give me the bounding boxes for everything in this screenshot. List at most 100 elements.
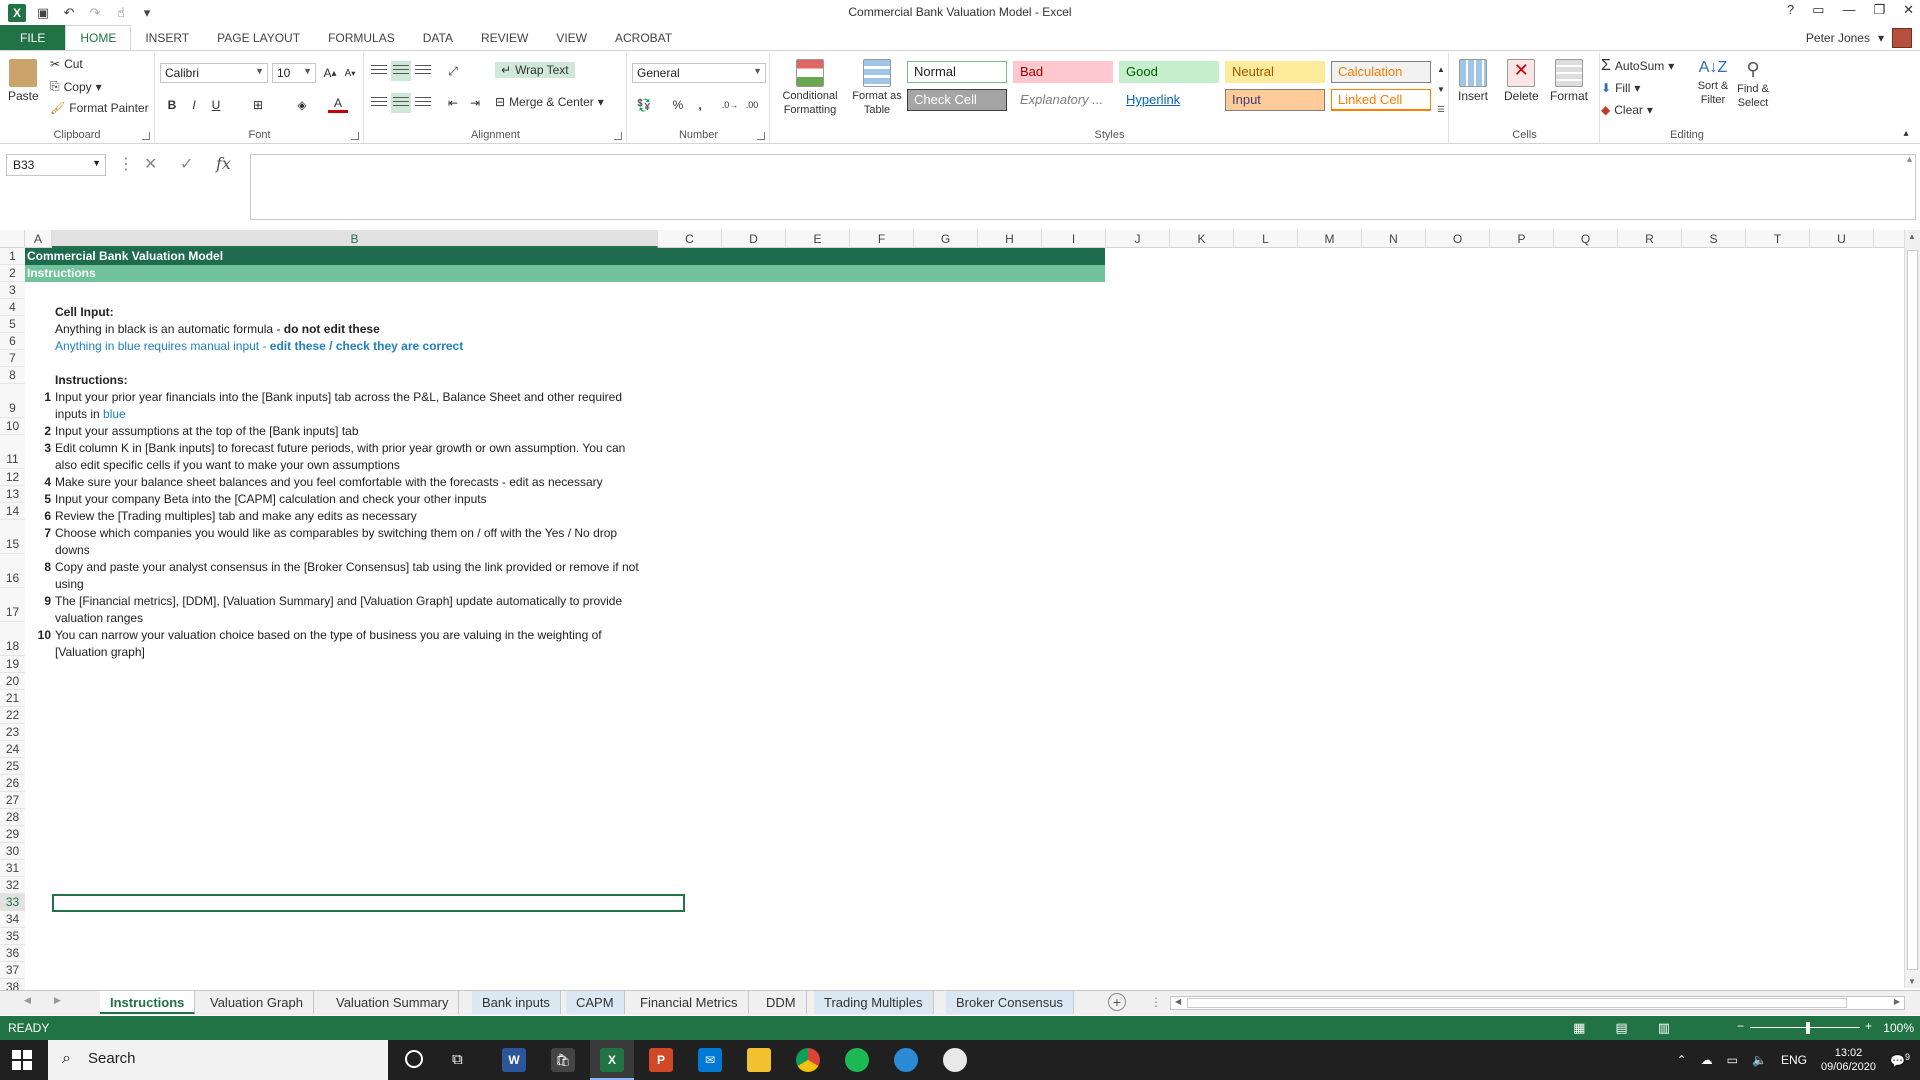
instruction-line[interactable]: Choose which companies you would like as…	[55, 525, 617, 542]
row-header[interactable]: 3	[0, 282, 25, 299]
sheet-tab-ddm[interactable]: DDM	[756, 991, 807, 1014]
column-header[interactable]: Q	[1554, 230, 1618, 248]
row-header[interactable]: 31	[0, 860, 25, 877]
row-header[interactable]: 34	[0, 911, 25, 928]
instruction-line[interactable]: Copy and paste your analyst consensus in…	[55, 559, 639, 576]
comma-style-button[interactable]: ,	[690, 95, 710, 115]
row-header[interactable]: 7	[0, 350, 25, 367]
alignment-launcher-icon[interactable]	[614, 132, 622, 140]
clock[interactable]: 13:02 09/06/2020	[1821, 1046, 1876, 1074]
page-break-view-icon[interactable]: ▥	[1658, 1020, 1670, 1036]
style-linked-cell[interactable]: Linked Cell	[1331, 89, 1431, 111]
tab-file[interactable]: FILE	[0, 25, 66, 50]
notifications-icon[interactable]: 💬9	[1890, 1052, 1910, 1068]
decrease-font-icon[interactable]: A ▾	[340, 63, 360, 83]
touch-mode-icon[interactable]: ☝	[112, 4, 130, 22]
instruction-line[interactable]: Input your assumptions at the top of the…	[55, 423, 359, 440]
new-sheet-icon[interactable]: +	[1108, 993, 1126, 1011]
taskbar-search[interactable]: ⌕ Search	[48, 1040, 388, 1080]
row-header[interactable]: 30	[0, 843, 25, 860]
row-header[interactable]: 22	[0, 707, 25, 724]
instruction-line[interactable]: [Valuation graph]	[55, 644, 145, 661]
row-header[interactable]: 9	[0, 384, 25, 418]
customize-qat-icon[interactable]: ▾	[138, 4, 156, 22]
row-header[interactable]: 25	[0, 758, 25, 775]
cortana-icon[interactable]	[405, 1050, 423, 1068]
column-header[interactable]: J	[1106, 230, 1170, 248]
column-header[interactable]: N	[1362, 230, 1426, 248]
collapse-ribbon-icon[interactable]: ▴	[1896, 123, 1916, 143]
wrap-text-button[interactable]: ↵ Wrap Text	[495, 62, 575, 78]
black-text-note[interactable]: Anything in black is an automatic formul…	[55, 321, 380, 338]
help-button[interactable]: ?	[1787, 2, 1794, 18]
restore-button[interactable]: ❐	[1873, 2, 1885, 18]
row-header[interactable]: 20	[0, 673, 25, 690]
underline-button[interactable]: U	[206, 95, 226, 115]
cancel-icon[interactable]: ✕	[144, 154, 157, 174]
row-header[interactable]: 15	[0, 520, 25, 554]
accounting-format-icon[interactable]: 💱	[634, 95, 654, 115]
spotify-icon[interactable]	[845, 1048, 869, 1072]
instruction-line[interactable]: inputs in blue	[55, 406, 126, 423]
row-header[interactable]: 36	[0, 945, 25, 962]
app-icon-2[interactable]	[943, 1048, 967, 1072]
row-header[interactable]: 8	[0, 367, 25, 384]
insert-function-button[interactable]: fx	[216, 154, 231, 173]
find-select-button[interactable]: ⚲ Find & Select	[1733, 59, 1773, 110]
zoom-slider-thumb[interactable]	[1806, 1022, 1810, 1034]
italic-button[interactable]: I	[184, 95, 204, 115]
column-header[interactable]: S	[1682, 230, 1746, 248]
align-bottom-icon[interactable]	[413, 61, 433, 81]
font-color-icon[interactable]: A	[328, 95, 348, 113]
redo-icon[interactable]: ↷	[86, 4, 104, 22]
scroll-right-icon[interactable]: ▶	[1894, 997, 1900, 1006]
page-layout-view-icon[interactable]: ▤	[1615, 1020, 1627, 1036]
cut-button[interactable]: ✂ Cut	[50, 57, 83, 71]
row-header[interactable]: 24	[0, 741, 25, 758]
tab-scroll-right-icon[interactable]: ▶	[54, 995, 61, 1006]
fill-color-icon[interactable]: ◈	[292, 95, 312, 115]
horizontal-scroll-thumb[interactable]	[1187, 998, 1847, 1008]
ribbon-display-icon[interactable]: ▭	[1812, 2, 1824, 18]
borders-icon[interactable]: ⊞	[248, 95, 268, 115]
undo-icon[interactable]: ↶	[60, 4, 78, 22]
style-input[interactable]: Input	[1225, 89, 1325, 111]
instruction-line[interactable]: using	[55, 576, 84, 593]
mail-icon[interactable]: ✉	[698, 1048, 722, 1072]
instruction-line[interactable]: Make sure your balance sheet balances an…	[55, 474, 603, 491]
number-launcher-icon[interactable]	[757, 132, 765, 140]
file-explorer-icon[interactable]	[747, 1048, 771, 1072]
styles-scroll-down-icon[interactable]: ▼	[1435, 79, 1447, 99]
select-all-corner[interactable]	[0, 230, 25, 248]
tab-review[interactable]: REVIEW	[467, 25, 542, 50]
instruction-line[interactable]: valuation ranges	[55, 610, 143, 627]
tab-splitter-icon[interactable]: ⋮	[1150, 995, 1162, 1009]
row-header[interactable]: 28	[0, 809, 25, 826]
name-box[interactable]: B33 ▼	[6, 154, 106, 176]
column-header[interactable]: B	[52, 230, 658, 248]
row-header[interactable]: 1	[0, 248, 25, 265]
align-right-icon[interactable]	[413, 93, 433, 113]
blue-text-note[interactable]: Anything in blue requires manual input -…	[55, 338, 463, 355]
sheet-tab-valuation-summary[interactable]: Valuation Summary	[326, 991, 460, 1014]
row-header[interactable]: 32	[0, 877, 25, 894]
column-header[interactable]: E	[786, 230, 850, 248]
column-header[interactable]: U	[1810, 230, 1874, 248]
copy-button[interactable]: ⎘ Copy ▾	[50, 79, 102, 94]
style-good[interactable]: Good	[1119, 61, 1219, 83]
column-header[interactable]: P	[1490, 230, 1554, 248]
decrease-decimal-icon[interactable]: .00	[742, 95, 762, 115]
bold-button[interactable]: B	[162, 95, 182, 115]
style-normal[interactable]: Normal	[907, 61, 1007, 83]
merge-center-button[interactable]: ⊟ Merge & Center ▾	[495, 95, 604, 109]
row-header[interactable]: 6	[0, 333, 25, 350]
align-middle-icon[interactable]	[391, 61, 411, 81]
scroll-left-icon[interactable]: ◀	[1175, 997, 1181, 1006]
decrease-indent-icon[interactable]: ⇤	[443, 93, 463, 113]
row-header[interactable]: 21	[0, 690, 25, 707]
chevron-up-icon[interactable]: ⌃	[1677, 1053, 1687, 1067]
store-icon[interactable]: 🛍	[551, 1048, 575, 1072]
tab-scroll-left-icon[interactable]: ◀	[24, 995, 31, 1006]
instruction-line[interactable]: You can narrow your valuation choice bas…	[55, 627, 602, 644]
instruction-line[interactable]: Input your prior year financials into th…	[55, 389, 622, 406]
